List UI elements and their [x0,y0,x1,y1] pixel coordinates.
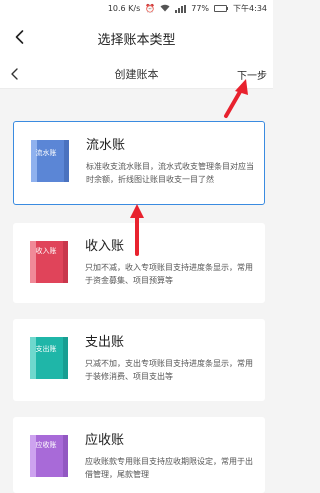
ledger-icon-label: 流水账 [35,149,57,157]
clock: 下午4:34 [233,4,267,13]
ledger-description: 只加不减，收入专项账目支持进度条显示，常用于资金募集、项目预算等 [85,263,253,285]
ledger-name: 支出账 [85,335,125,350]
ledger-name: 应收账 [85,433,125,448]
next-step-button[interactable]: 下一步 [237,67,267,82]
ledger-description: 只减不加，支出专项账目支持进度条显示，常用于装修消费、项目支出等 [85,359,253,381]
ledger-name: 流水账 [86,138,126,153]
ledger-card-cashflow[interactable]: 流水账 标准收支流水账目，流水式收支管理条目对应当时余额，折线图让账目收支一目了… [13,121,265,205]
ledger-description: 应收账款专用账目支持应收期限设定，常用于出借管理，尾款管理 [85,457,253,479]
sub-header: 创建账本 下一步 [0,59,273,89]
battery-icon [214,5,229,12]
ledger-icon-label: 支出账 [35,345,57,353]
chevron-left-icon[interactable] [10,27,30,47]
ledger-description: 标准收支流水账目，流水式收支管理条目对应当时余额，折线图让账目收支一目了然 [86,162,254,184]
page-title: 选择账本类型 [97,32,176,48]
battery-percent: 77% [191,4,210,13]
ledger-card-receivable[interactable]: 应收账 应收账款专用账目支持应收期限设定，常用于出借管理，尾款管理 [13,417,265,493]
ledger-name: 收入账 [85,239,125,254]
signal-icon [175,4,187,13]
ledger-book-icon [27,335,73,381]
ledger-card-expense[interactable]: 支出账 只减不加，支出专项账目支持进度条显示，常用于装修消费、项目支出等 [13,319,265,401]
ledger-icon-label: 收入账 [35,247,57,255]
ledger-icon-label: 应收账 [35,441,57,449]
ledger-book-icon [28,138,74,184]
chevron-left-icon[interactable] [6,65,24,83]
wifi-icon [160,4,170,14]
app-header: 选择账本类型 [0,17,273,59]
status-bar: 10.6 K/s ⏰ 77% 下午4:34 [0,0,273,17]
alarm-icon: ⏰ [145,4,156,13]
sub-title: 创建账本 [114,67,159,81]
ledger-card-income[interactable]: 收入账 只加不减，收入专项账目支持进度条显示，常用于资金募集、项目预算等 [13,223,265,303]
network-speed: 10.6 K/s [107,4,141,13]
